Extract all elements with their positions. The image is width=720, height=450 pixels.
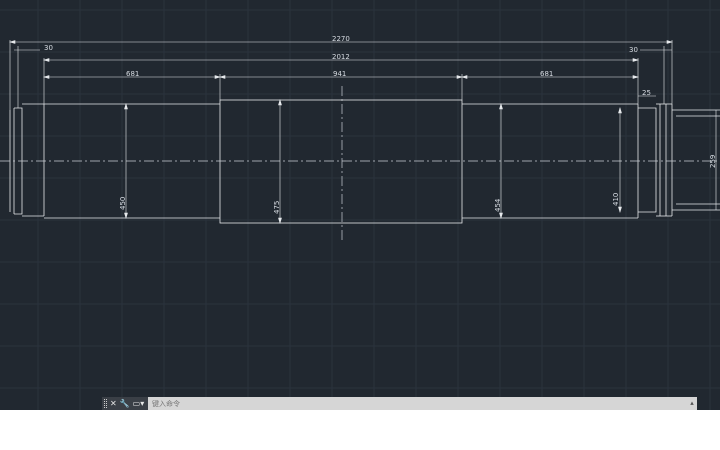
dim-inner-length: 2012: [332, 53, 350, 61]
drag-handle-icon[interactable]: [104, 399, 107, 408]
command-history-icon[interactable]: ▭▾: [133, 397, 145, 410]
dim-middle-diameter: 475: [273, 201, 281, 214]
dimension-lines: [8, 40, 717, 225]
dim-right-offset: 30: [629, 46, 638, 54]
dim-overall-length: 2270: [332, 35, 350, 43]
dim-left-diameter: 450: [119, 197, 127, 210]
dim-right-section: 681: [540, 70, 553, 78]
close-icon[interactable]: ✕: [110, 397, 117, 410]
dim-middle-section: 941: [333, 70, 346, 78]
cad-drawing: 2270 30 30 2012 681 941 681 25 450 475 4…: [0, 0, 720, 410]
scroll-up-icon[interactable]: ▴: [687, 397, 697, 410]
center-lines: [0, 86, 720, 242]
dim-right-step: 25: [642, 89, 651, 97]
drawing-canvas[interactable]: 2270 30 30 2012 681 941 681 25 450 475 4…: [0, 0, 720, 410]
dim-right-diameter: 454: [494, 198, 502, 212]
command-input[interactable]: [148, 397, 687, 410]
dim-shaft-end-diameter: 259: [709, 155, 717, 168]
command-line: ✕ 🔧 ▭▾ ▴: [102, 397, 697, 410]
dim-journal-diameter: 410: [612, 193, 620, 206]
dim-left-section: 681: [126, 70, 139, 78]
dim-left-offset: 30: [44, 44, 53, 52]
wrench-icon[interactable]: 🔧: [120, 397, 130, 410]
command-line-tools: ✕ 🔧 ▭▾: [102, 397, 148, 410]
